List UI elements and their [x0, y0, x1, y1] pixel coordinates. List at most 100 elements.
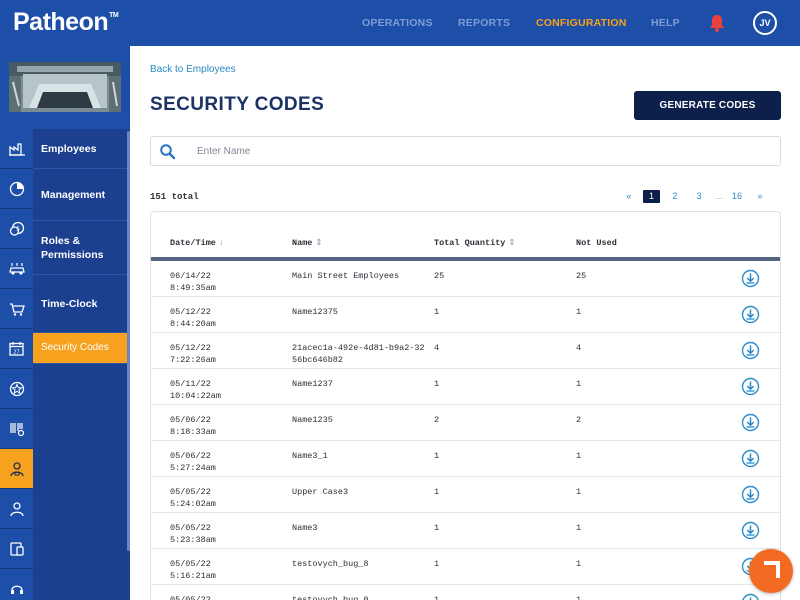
- nav-reports[interactable]: REPORTS: [458, 17, 510, 29]
- cell-date-time: 05/05/22 5:23:38am: [170, 523, 216, 546]
- cell-not-used: 4: [576, 343, 582, 353]
- top-bar: PatheonTM OPERATIONS REPORTS CONFIGURATI…: [0, 0, 800, 46]
- sidebar-scrollbar[interactable]: [127, 131, 130, 551]
- cell-not-used: 25: [576, 271, 587, 281]
- nav-configuration[interactable]: CONFIGURATION: [536, 17, 626, 29]
- support-icon[interactable]: [0, 569, 33, 600]
- pagination-last[interactable]: »: [756, 190, 764, 203]
- pagination-page-3[interactable]: 3: [694, 190, 704, 203]
- pagination-page-1[interactable]: 1: [643, 190, 660, 203]
- cell-date: 05/06/22: [170, 415, 211, 425]
- download-icon[interactable]: [741, 413, 760, 432]
- security-codes-table: Date/Time ↓ Name ⇕ Total Quantity ⇕ Not Use…: [150, 211, 781, 600]
- cell-time: 8:18:33am: [170, 426, 216, 437]
- search-input[interactable]: [197, 143, 757, 160]
- download-icon[interactable]: [741, 521, 760, 540]
- device-icon[interactable]: [0, 529, 33, 569]
- cell-date: 05/05/22: [170, 559, 211, 569]
- car-wash-photo: [9, 62, 121, 112]
- cell-date-time: 06/14/22 8:49:35am: [170, 271, 216, 294]
- pie-chart-icon[interactable]: [0, 169, 33, 209]
- cell-date: 05/05/22: [170, 523, 211, 533]
- cell-not-used: 1: [576, 523, 582, 533]
- cell-not-used: 1: [576, 595, 582, 600]
- cell-date-time: 05/05/22 5:24:02am: [170, 487, 216, 510]
- cell-name: Name1235: [292, 415, 333, 425]
- cell-date-time: 05/12/22 7:22:26am: [170, 343, 216, 366]
- download-icon[interactable]: [741, 593, 760, 600]
- nav-operations[interactable]: OPERATIONS: [362, 17, 433, 29]
- sidebar-item-roles-permissions[interactable]: Roles & Permissions: [33, 221, 130, 275]
- cell-time: 5:24:02am: [170, 498, 216, 509]
- cell-date: 05/12/22: [170, 307, 211, 317]
- logo[interactable]: PatheonTM: [13, 8, 119, 37]
- coins-icon[interactable]: $: [0, 209, 33, 249]
- cell-total-quantity: 25: [434, 271, 445, 281]
- sidebar-item-time-clock[interactable]: Time-Clock: [33, 275, 130, 333]
- cell-name: Name3: [292, 523, 318, 533]
- sidebar-item-employees[interactable]: Employees: [33, 129, 130, 169]
- cell-not-used: 1: [576, 451, 582, 461]
- cell-date: 05/05/22: [170, 595, 211, 600]
- sidebar-item-management[interactable]: Management: [33, 169, 130, 221]
- cell-name: Name1237: [292, 379, 333, 389]
- cell-name: Main Street Employees: [292, 271, 400, 281]
- star-badge-icon[interactable]: [0, 369, 33, 409]
- cell-date-time: 05/06/22 8:18:33am: [170, 415, 216, 438]
- total-count: 151 total: [150, 192, 199, 202]
- cart-icon[interactable]: [0, 289, 33, 329]
- column-header-name[interactable]: Name ⇕: [292, 238, 323, 248]
- table-row: 05/11/22 10:04:22am Name1237 1 1: [151, 369, 780, 405]
- cell-date: 05/05/22: [170, 487, 211, 497]
- svg-text:$: $: [16, 225, 20, 232]
- pagination-first[interactable]: «: [625, 190, 633, 203]
- cell-time: 5:23:38am: [170, 534, 216, 545]
- download-icon[interactable]: [741, 449, 760, 468]
- user-icon[interactable]: [0, 489, 33, 529]
- download-icon[interactable]: [741, 377, 760, 396]
- cell-time: 8:49:35am: [170, 282, 216, 293]
- back-to-employees-link[interactable]: Back to Employees: [150, 64, 236, 75]
- cell-total-quantity: 4: [434, 343, 440, 353]
- cell-time: 5:16:21am: [170, 570, 216, 581]
- cell-name: 21acec1a-492e-4d81-b9a2-3256bc646b82: [292, 343, 425, 365]
- cell-not-used: 2: [576, 415, 582, 425]
- column-header-total-quantity[interactable]: Total Quantity ⇕: [434, 238, 516, 248]
- nav-help[interactable]: HELP: [651, 17, 680, 29]
- pagination-page-16[interactable]: 16: [729, 190, 745, 203]
- download-icon[interactable]: [741, 485, 760, 504]
- barcode-gear-icon[interactable]: [0, 409, 33, 449]
- calendar-icon[interactable]: 27: [0, 329, 33, 369]
- table-row: 05/05/22 testovych_bug_0 1 1: [151, 585, 780, 600]
- bell-icon[interactable]: [706, 12, 728, 34]
- pagination-ellipsis: ...: [715, 191, 723, 201]
- cell-date-time: 05/11/22 10:04:22am: [170, 379, 221, 402]
- cell-not-used: 1: [576, 487, 582, 497]
- download-icon[interactable]: [741, 305, 760, 324]
- search-icon[interactable]: [159, 143, 177, 161]
- cell-date-time: 05/12/22 8:44:20am: [170, 307, 216, 330]
- chat-button[interactable]: [749, 549, 793, 593]
- download-icon[interactable]: [741, 269, 760, 288]
- pagination-page-2[interactable]: 2: [670, 190, 680, 203]
- cell-not-used: 1: [576, 559, 582, 569]
- factory-icon[interactable]: [0, 129, 33, 169]
- car-wash-icon[interactable]: [0, 249, 33, 289]
- cell-time: 10:04:22am: [170, 390, 222, 401]
- cell-not-used: 1: [576, 307, 582, 317]
- cell-time: 7:22:26am: [170, 354, 216, 365]
- generate-codes-button[interactable]: GENERATE CODES: [634, 91, 781, 120]
- cell-name: Name3_1: [292, 451, 328, 461]
- cell-date-time: 05/06/22 5:27:24am: [170, 451, 216, 474]
- cell-total-quantity: 1: [434, 451, 440, 461]
- employee-badge-icon[interactable]: [0, 449, 33, 489]
- cell-name: testovych_bug_8: [292, 559, 369, 569]
- cell-name: testovych_bug_0: [292, 595, 369, 600]
- avatar[interactable]: JV: [753, 11, 777, 35]
- cell-date: 05/12/22: [170, 343, 211, 353]
- cell-name: Upper Case3: [292, 487, 349, 497]
- sidebar-item-security-codes[interactable]: Security Codes: [33, 333, 130, 364]
- column-header-date-time[interactable]: Date/Time ↓: [170, 238, 224, 248]
- cell-total-quantity: 1: [434, 379, 440, 389]
- download-icon[interactable]: [741, 341, 760, 360]
